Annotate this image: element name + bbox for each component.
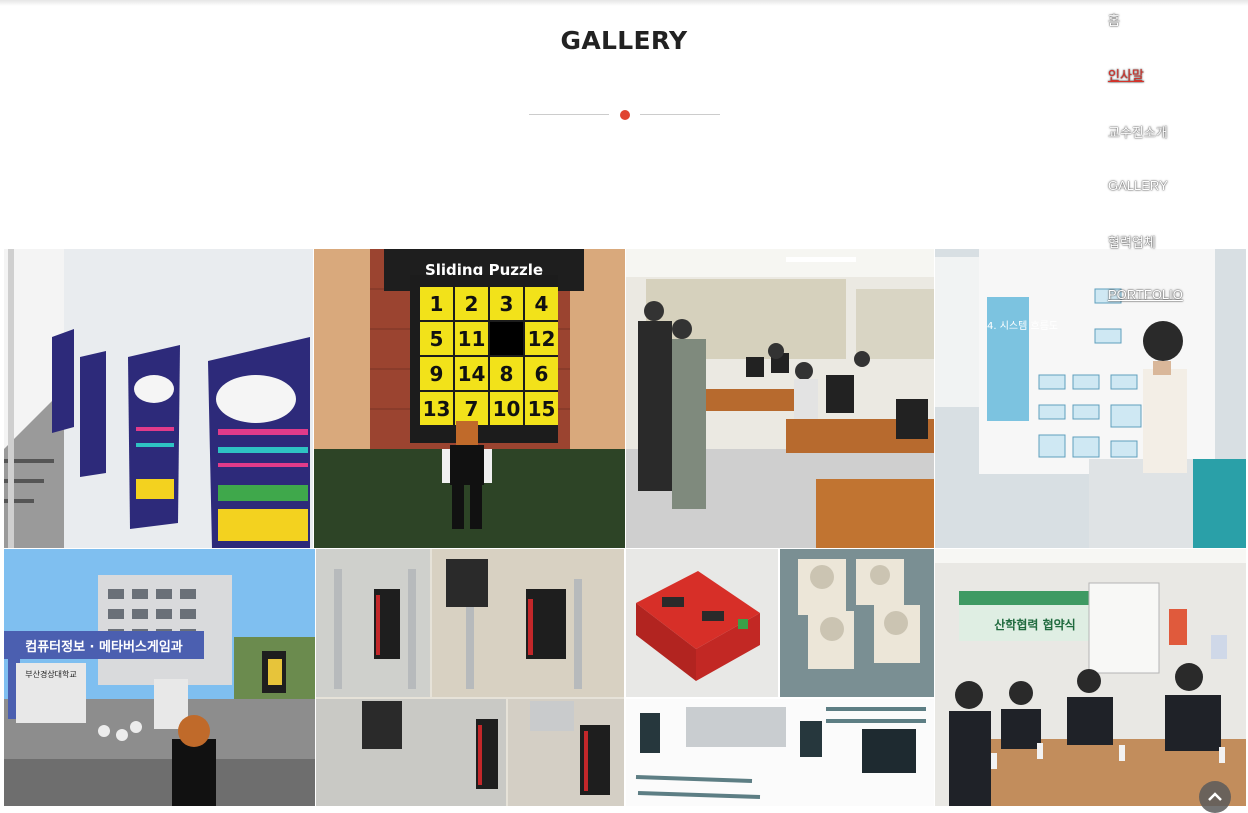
puzzle-tile-number: 11 — [458, 327, 486, 351]
gallery-photo-racing-simulator[interactable] — [316, 549, 624, 806]
puzzle-tile-number: 15 — [528, 397, 556, 421]
nav-item-partners[interactable]: 협력업체 — [1108, 232, 1156, 251]
title-divider-left — [529, 114, 609, 115]
scroll-to-top-button[interactable] — [1199, 781, 1231, 813]
gallery-photo-metaverse-campus[interactable]: 컴퓨터정보 · 메타버스게임과 부산경상대학교 — [4, 549, 315, 806]
campus-board: 부산경상대학교 — [25, 669, 77, 679]
gallery-photo-mou-ceremony[interactable]: 산학협력 협약식 — [935, 549, 1246, 806]
gallery-photo-sliding-puzzle[interactable]: Sliding Puzzle 1 2 3 4 5 11 12 9 14 8 6 13 7 10 15 — [314, 249, 625, 548]
puzzle-tile — [490, 322, 523, 355]
puzzle-tile-number: 4 — [535, 292, 549, 316]
puzzle-tile-number: 6 — [535, 362, 549, 386]
gallery-photo-poster-exhibition[interactable] — [4, 249, 313, 548]
gallery-photo-3d-printed-parts[interactable] — [626, 549, 934, 806]
mou-banner: 산학협력 협약식 — [994, 617, 1075, 632]
nav-item-greeting[interactable]: 인사말 — [1108, 65, 1144, 84]
puzzle-tile-number: 2 — [465, 292, 479, 316]
campus-banner: 컴퓨터정보 · 메타버스게임과 — [25, 639, 183, 655]
puzzle-tile-number: 9 — [430, 362, 444, 386]
puzzle-tile-number: 10 — [493, 397, 521, 421]
puzzle-tile-number: 8 — [500, 362, 514, 386]
puzzle-tile-number: 14 — [458, 362, 486, 386]
puzzle-tile-number: 1 — [430, 292, 444, 316]
slide-heading: 4. 시스템 흐름도 — [987, 320, 1058, 332]
chevron-up-icon — [1208, 792, 1222, 801]
gallery-photo-classroom[interactable] — [626, 249, 934, 548]
puzzle-tile-number: 13 — [423, 397, 451, 421]
nav-item-portfolio[interactable]: PORTFOLIO — [1108, 287, 1183, 302]
page-title: GALLERY — [560, 26, 688, 55]
gallery-photo-presentation[interactable]: 4. 시스템 흐름도 — [935, 249, 1246, 548]
puzzle-tile-number: 3 — [500, 292, 514, 316]
puzzle-tile-number: 12 — [528, 327, 556, 351]
nav-item-home[interactable]: 홈 — [1108, 10, 1120, 29]
puzzle-tile-number: 7 — [465, 397, 479, 421]
title-divider-dot — [620, 110, 630, 120]
title-divider-right — [640, 114, 720, 115]
puzzle-tile-number: 5 — [430, 327, 444, 351]
nav-item-faculty[interactable]: 교수진소개 — [1108, 122, 1168, 141]
header-shadow — [0, 0, 1248, 6]
nav-item-gallery[interactable]: GALLERY — [1108, 178, 1168, 193]
